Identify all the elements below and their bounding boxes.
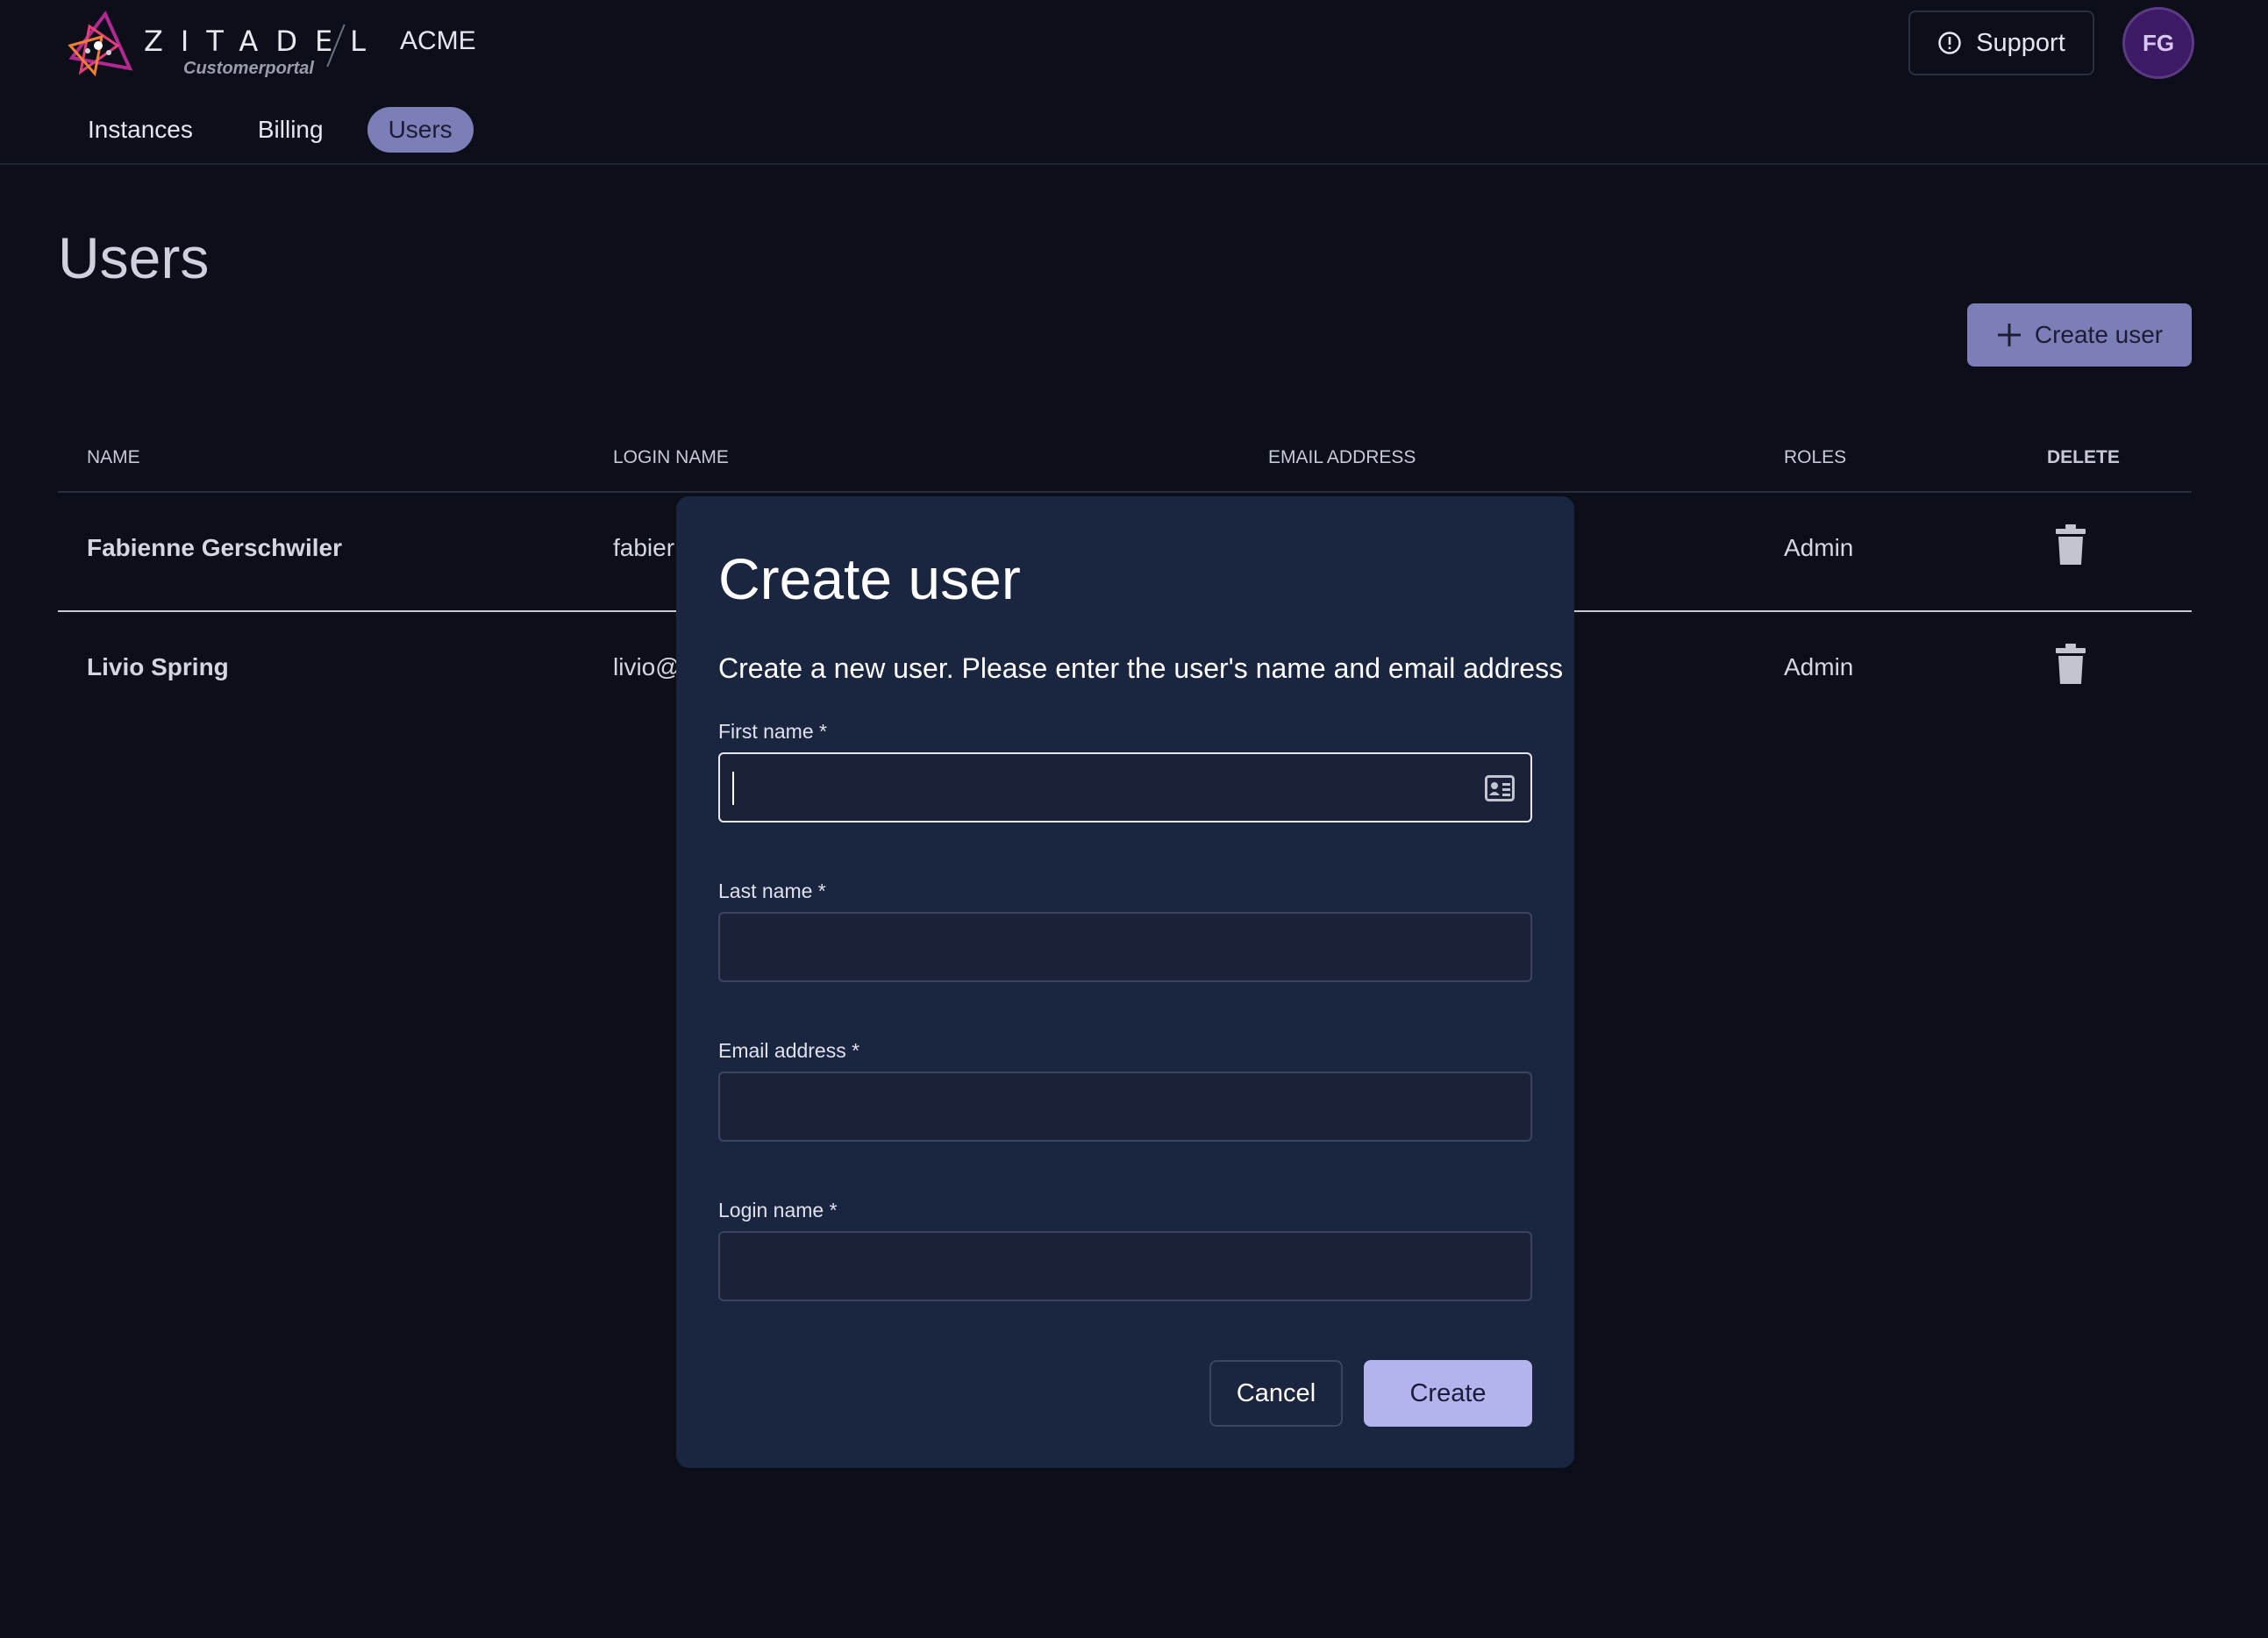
table-header: NAME LOGIN NAME EMAIL ADDRESS ROLES DELE…	[58, 430, 2192, 493]
column-header-delete: DELETE	[2047, 447, 2120, 467]
user-avatar[interactable]: FG	[2122, 7, 2194, 79]
main-tabs: Instances Billing Users	[67, 107, 474, 154]
top-header: ZITADEL Customerportal ACME Support FG I…	[0, 0, 2268, 165]
tab-label: Billing	[257, 116, 324, 143]
zitadel-logo-icon	[68, 11, 133, 77]
logo-wordmark: ZITADEL	[144, 25, 383, 58]
contact-card-icon[interactable]	[1485, 775, 1515, 801]
user-name: Fabienne Gerschwiler	[87, 534, 342, 561]
email-address-label: Email address *	[718, 1039, 860, 1062]
login-name-label: Login name *	[718, 1199, 838, 1221]
avatar-initials: FG	[2142, 29, 2175, 56]
cancel-button[interactable]: Cancel	[1209, 1360, 1343, 1427]
user-login-name: fabier	[613, 534, 675, 561]
tab-billing[interactable]: Billing	[237, 107, 345, 153]
user-role: Admin	[1784, 653, 1854, 680]
dialog-title: Create user	[718, 546, 1021, 611]
page-title: Users	[58, 225, 210, 290]
column-header-name: NAME	[87, 447, 140, 467]
last-name-field[interactable]	[718, 912, 1532, 982]
create-user-button[interactable]: Create user	[1967, 303, 2192, 367]
text-cursor	[732, 772, 734, 805]
zitadel-logo[interactable]: ZITADEL Customerportal	[63, 11, 366, 81]
column-header-roles: ROLES	[1784, 447, 1847, 467]
info-circle-icon	[1938, 32, 1961, 54]
user-role: Admin	[1784, 534, 1854, 561]
tab-users[interactable]: Users	[367, 107, 474, 153]
tab-label: Instances	[88, 116, 193, 143]
create-user-button-label: Create user	[2034, 321, 2164, 348]
support-button-label: Support	[1976, 28, 2065, 57]
support-button[interactable]: Support	[1908, 11, 2094, 75]
column-header-login-name: LOGIN NAME	[613, 447, 729, 467]
create-button[interactable]: Create	[1364, 1360, 1532, 1427]
trash-icon[interactable]	[2056, 644, 2086, 684]
tab-instances[interactable]: Instances	[67, 107, 214, 153]
logo-subtitle: Customerportal	[183, 59, 314, 78]
email-address-field[interactable]	[718, 1072, 1532, 1142]
first-name-label: First name *	[718, 720, 827, 743]
dialog-description: Create a new user. Please enter the user…	[718, 652, 1564, 684]
trash-icon[interactable]	[2056, 524, 2086, 565]
user-login-name: livio@	[613, 653, 681, 680]
organization-name[interactable]: ACME	[400, 26, 476, 56]
column-header-email-address: EMAIL ADDRESS	[1268, 447, 1416, 467]
user-name: Livio Spring	[87, 653, 229, 680]
create-user-dialog: Create user Create a new user. Please en…	[676, 496, 1574, 1468]
plus-icon	[1997, 324, 2021, 346]
tab-label: Users	[388, 116, 453, 143]
last-name-label: Last name *	[718, 880, 826, 902]
login-name-field[interactable]	[718, 1231, 1532, 1301]
first-name-field[interactable]	[718, 752, 1532, 823]
